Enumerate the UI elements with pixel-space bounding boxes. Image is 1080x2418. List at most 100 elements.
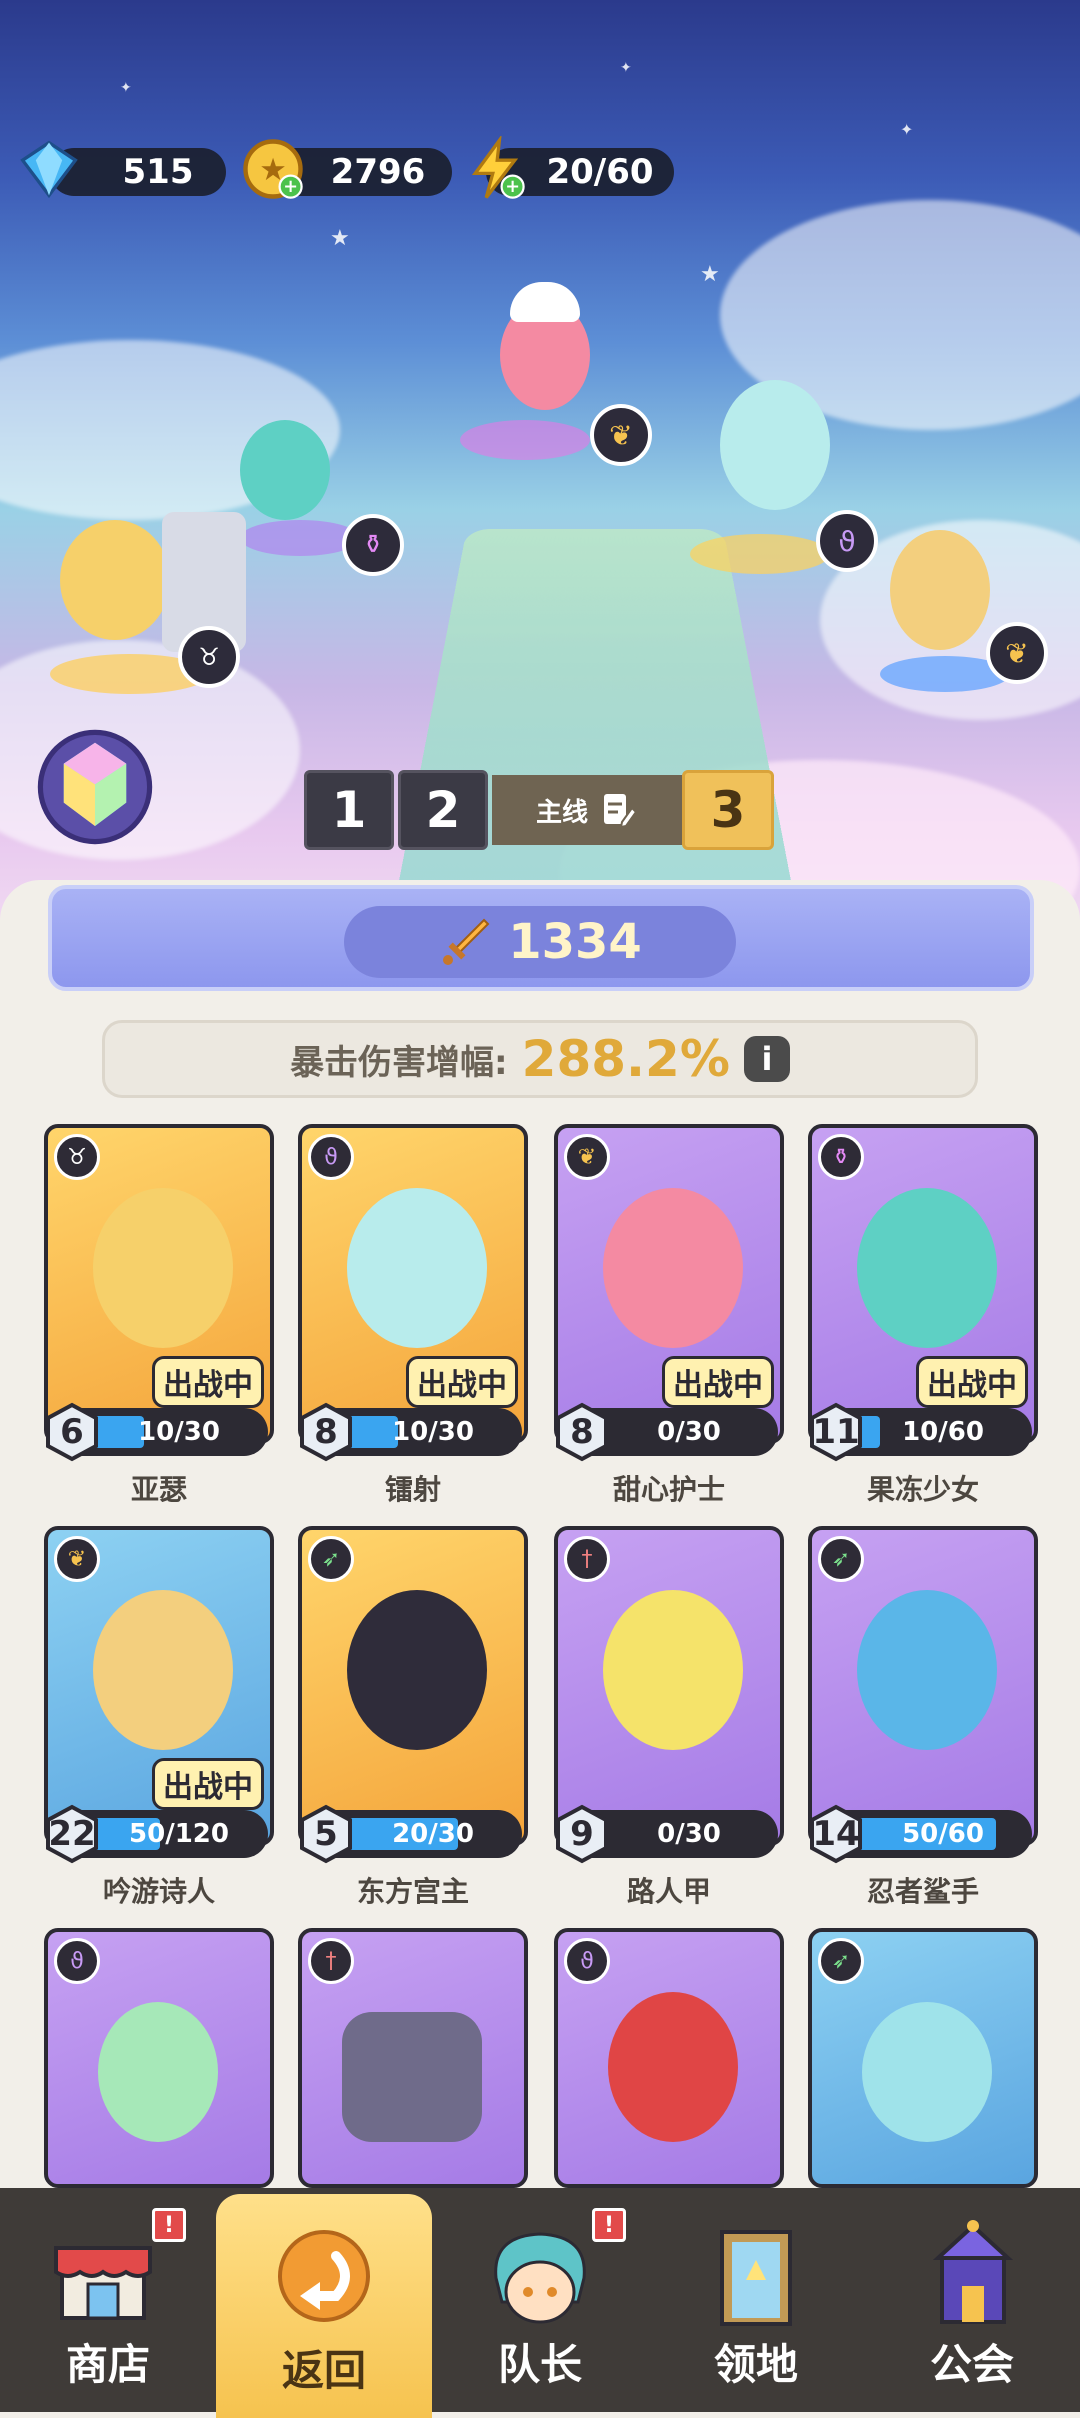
nav-shop-label: 商店 bbox=[65, 2340, 150, 2389]
in-battle-tag: 出战中 bbox=[406, 1356, 518, 1408]
hero-name: 忍者鲨手 bbox=[866, 1875, 979, 1908]
hero-portrait bbox=[93, 1188, 233, 1348]
hero-name: 吟游诗人 bbox=[102, 1875, 215, 1908]
nav-territory[interactable]: 领地 bbox=[648, 2188, 864, 2412]
stage-current-button[interactable]: 3 bbox=[682, 770, 774, 850]
mode-label-text: 主线 bbox=[535, 797, 588, 828]
level-value: 9 bbox=[570, 1814, 594, 1854]
hero-card-frame: ♉ 出战中 bbox=[44, 1124, 274, 1444]
star-icon: ✦ bbox=[900, 120, 914, 139]
svg-text:+: + bbox=[505, 177, 520, 197]
nav-guild-label: 公会 bbox=[929, 2340, 1014, 2389]
shop-icon bbox=[54, 2246, 152, 2320]
star-icon: ✦ bbox=[620, 60, 632, 76]
crit-value: 288.2% bbox=[521, 1030, 730, 1088]
bard-sprite[interactable] bbox=[890, 530, 990, 650]
hero-card[interactable]: ➶ 20/30 5 东方宫主 bbox=[298, 1526, 528, 1916]
hero-name: 东方宫主 bbox=[356, 1875, 469, 1908]
stage-1-button[interactable]: 1 bbox=[304, 770, 394, 850]
hero-card-partial[interactable]: ➶ bbox=[808, 1928, 1038, 2188]
hero-portrait bbox=[608, 1992, 738, 2142]
star-icon: ✦ bbox=[120, 80, 132, 96]
level-value: 11 bbox=[812, 1412, 860, 1452]
hero-card-frame: ❦ 出战中 bbox=[44, 1526, 274, 1846]
team-power-value: 1334 bbox=[508, 914, 642, 970]
crystal-skill-icon[interactable] bbox=[30, 722, 160, 852]
nav-captain[interactable]: ! 队长 bbox=[432, 2188, 648, 2412]
hero-portrait bbox=[857, 1188, 997, 1348]
level-progress-text: 20/30 bbox=[392, 1819, 474, 1849]
hero-card-frame: ❦ 出战中 bbox=[554, 1124, 784, 1444]
level-badge: 5 bbox=[298, 1804, 354, 1864]
hero-card-partial[interactable]: ϑ bbox=[554, 1928, 784, 2188]
jelly-girl-sprite[interactable] bbox=[240, 420, 330, 520]
hero-name: 镭射 bbox=[384, 1473, 441, 1506]
crit-damage-bar: 暴击伤害增幅: 288.2% i bbox=[102, 1020, 978, 1098]
hero-portrait bbox=[862, 2002, 992, 2142]
hero-portrait bbox=[347, 1590, 487, 1750]
star-icon: ★ bbox=[330, 226, 350, 251]
nav-guild[interactable]: 公会 bbox=[864, 2188, 1080, 2412]
swirl-icon: ϑ bbox=[308, 1134, 354, 1180]
hero-card[interactable]: ♉ 出战中 10/30 6 亚瑟 bbox=[44, 1124, 274, 1514]
alert-badge: ! bbox=[592, 2208, 626, 2242]
level-badge: 14 bbox=[808, 1804, 864, 1864]
level-badge: 9 bbox=[554, 1804, 610, 1864]
hero-card[interactable]: † 0/30 9 路人甲 bbox=[554, 1526, 784, 1916]
in-battle-tag: 出战中 bbox=[916, 1356, 1028, 1408]
hero-card[interactable]: ϑ 出战中 10/30 8 镭射 bbox=[298, 1124, 528, 1514]
sword-icon: † bbox=[308, 1938, 354, 1984]
hero-card-partial[interactable]: ϑ bbox=[44, 1928, 274, 2188]
hero-card-partial[interactable]: † bbox=[298, 1928, 528, 2188]
nav-territory-label: 领地 bbox=[713, 2340, 798, 2389]
level-progress-text: 10/30 bbox=[138, 1417, 220, 1447]
hero-card[interactable]: ❦ 出战中 50/120 22 吟游诗人 bbox=[44, 1526, 274, 1916]
stage-2-button[interactable]: 2 bbox=[398, 770, 488, 850]
nav-shop[interactable]: ! 商店 bbox=[0, 2188, 216, 2412]
level-progress-text: 50/120 bbox=[129, 1819, 229, 1849]
back-arrow-icon bbox=[278, 2230, 370, 2322]
level-progress-text: 0/30 bbox=[657, 1417, 721, 1447]
captain-avatar-icon bbox=[494, 2232, 586, 2324]
hero-name: 亚瑟 bbox=[130, 1473, 187, 1506]
arthur-sprite[interactable] bbox=[60, 520, 170, 640]
gold-coin-add-icon[interactable]: ★ + bbox=[240, 136, 306, 202]
hero-portrait bbox=[93, 1590, 233, 1750]
level-badge: 8 bbox=[298, 1402, 354, 1462]
nav-back-label: 返回 bbox=[281, 2346, 366, 2395]
bow-icon: ➶ bbox=[308, 1536, 354, 1582]
diamond-icon bbox=[20, 140, 78, 199]
wings-icon: ❦ bbox=[564, 1134, 610, 1180]
lightning-add-icon[interactable]: + bbox=[462, 136, 528, 202]
level-badge: 6 bbox=[44, 1402, 100, 1462]
hero-card[interactable]: ⚱ 出战中 10/60 11 果冻少女 bbox=[808, 1124, 1038, 1514]
laser-hero-sprite[interactable] bbox=[720, 380, 830, 510]
hero-card[interactable]: ➶ 50/60 14 忍者鲨手 bbox=[808, 1526, 1038, 1916]
guild-castle-icon bbox=[932, 2220, 1014, 2324]
level-value: 14 bbox=[812, 1814, 860, 1854]
potion-icon: ⚱ bbox=[818, 1134, 864, 1180]
swirl-icon: ϑ bbox=[54, 1938, 100, 1984]
level-value: 6 bbox=[60, 1412, 84, 1452]
nav-back[interactable]: 返回 bbox=[216, 2194, 432, 2418]
edit-icon bbox=[604, 794, 638, 829]
hero-portrait bbox=[603, 1188, 743, 1348]
hero-portrait bbox=[347, 1188, 487, 1348]
hero-portrait bbox=[857, 1590, 997, 1750]
level-value: 22 bbox=[48, 1814, 96, 1854]
in-battle-tag: 出战中 bbox=[152, 1758, 264, 1810]
level-progress-text: 10/30 bbox=[392, 1417, 474, 1447]
wings-icon: ❦ bbox=[590, 404, 652, 466]
mode-label[interactable]: 主线 bbox=[492, 775, 682, 845]
bow-icon: ➶ bbox=[818, 1938, 864, 1984]
level-value: 5 bbox=[314, 1814, 338, 1854]
hero-portrait bbox=[342, 2012, 482, 2142]
gems-value: 515 bbox=[122, 152, 194, 192]
level-badge: 8 bbox=[554, 1402, 610, 1462]
door-icon bbox=[720, 2230, 792, 2326]
info-icon[interactable]: i bbox=[743, 1036, 790, 1082]
hero-card[interactable]: ❦ 出战中 0/30 8 甜心护士 bbox=[554, 1124, 784, 1514]
hero-portrait bbox=[603, 1590, 743, 1750]
hero-name: 果冻少女 bbox=[866, 1473, 979, 1506]
bow-icon: ➶ bbox=[818, 1536, 864, 1582]
